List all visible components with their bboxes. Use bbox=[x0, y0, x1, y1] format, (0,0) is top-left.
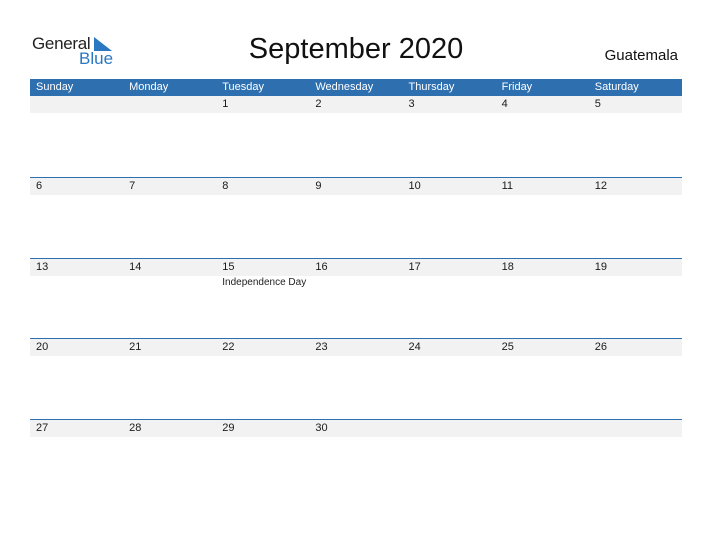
holiday-label bbox=[30, 276, 123, 290]
day-number bbox=[30, 96, 123, 113]
day-number: 27 bbox=[36, 421, 49, 434]
day-number bbox=[123, 96, 216, 113]
day-number: 4 bbox=[501, 98, 508, 110]
weekday-tuesday: Tuesday bbox=[222, 81, 265, 93]
country-label: Guatemala bbox=[604, 47, 678, 64]
week-row: 6 7 8 9 10 11 12 bbox=[30, 177, 682, 258]
calendar-grid: Sunday Monday Tuesday Wednesday Thursday… bbox=[30, 79, 682, 499]
week-row: 20 21 22 23 24 25 26 bbox=[30, 338, 682, 419]
date-strip: 6 7 8 9 10 11 12 bbox=[30, 178, 682, 195]
day-number: 20 bbox=[36, 341, 49, 353]
weekday-wednesday: Wednesday bbox=[315, 81, 374, 93]
day-number: 1 bbox=[222, 98, 229, 110]
day-number: 16 bbox=[315, 260, 328, 273]
weekday-sunday: Sunday bbox=[36, 81, 74, 93]
weekday-friday: Friday bbox=[501, 81, 533, 93]
day-number: 24 bbox=[408, 341, 421, 353]
events-row: Independence Day bbox=[30, 276, 682, 290]
day-number: 3 bbox=[408, 98, 415, 110]
holiday-label bbox=[309, 276, 402, 290]
day-number: 28 bbox=[129, 421, 142, 434]
day-number: 2 bbox=[315, 98, 322, 110]
day-number: 11 bbox=[501, 180, 514, 192]
day-number bbox=[589, 420, 682, 437]
day-number: 15 bbox=[222, 260, 235, 273]
date-strip: 1 2 3 4 5 bbox=[30, 96, 682, 113]
weeks-container: 1 2 3 4 5 6 7 8 9 10 11 12 13 14 15 16 17 18 19 Independenc… bbox=[30, 96, 682, 499]
day-number: 19 bbox=[594, 260, 607, 273]
holiday-label bbox=[496, 276, 589, 290]
holiday-label: Independence Day bbox=[222, 276, 307, 288]
weekday-header: Sunday Monday Tuesday Wednesday Thursday… bbox=[30, 79, 682, 96]
weekday-monday: Monday bbox=[129, 81, 169, 93]
holiday-label bbox=[123, 276, 216, 290]
day-number: 30 bbox=[315, 421, 328, 434]
holiday-label bbox=[403, 276, 496, 290]
day-number: 29 bbox=[222, 421, 235, 434]
date-strip: 20 21 22 23 24 25 26 bbox=[30, 339, 682, 356]
day-number: 6 bbox=[36, 180, 43, 192]
day-number: 9 bbox=[315, 180, 322, 192]
day-number: 26 bbox=[594, 341, 607, 353]
day-number: 12 bbox=[594, 180, 607, 192]
holiday-label bbox=[589, 276, 682, 290]
week-row: 27 28 29 30 bbox=[30, 418, 682, 500]
day-number: 25 bbox=[501, 341, 514, 353]
day-number: 21 bbox=[129, 341, 142, 353]
day-number: 23 bbox=[315, 341, 328, 353]
day-number bbox=[403, 420, 496, 437]
weekday-saturday: Saturday bbox=[594, 81, 639, 93]
day-number: 22 bbox=[222, 341, 235, 353]
date-strip: 27 28 29 30 bbox=[30, 419, 682, 437]
day-number: 13 bbox=[36, 260, 49, 273]
day-number: 18 bbox=[501, 260, 514, 273]
day-number: 10 bbox=[408, 180, 421, 192]
day-number bbox=[496, 420, 589, 437]
day-number: 5 bbox=[594, 98, 601, 110]
day-number: 17 bbox=[408, 260, 421, 273]
day-number: 14 bbox=[129, 260, 142, 273]
date-strip: 13 14 15 16 17 18 19 bbox=[30, 258, 682, 276]
weekday-thursday: Thursday bbox=[408, 81, 455, 93]
week-row: 13 14 15 16 17 18 19 Independence Day bbox=[30, 257, 682, 339]
day-number: 8 bbox=[222, 180, 229, 192]
week-row: 1 2 3 4 5 bbox=[30, 96, 682, 177]
day-number: 7 bbox=[129, 180, 136, 192]
